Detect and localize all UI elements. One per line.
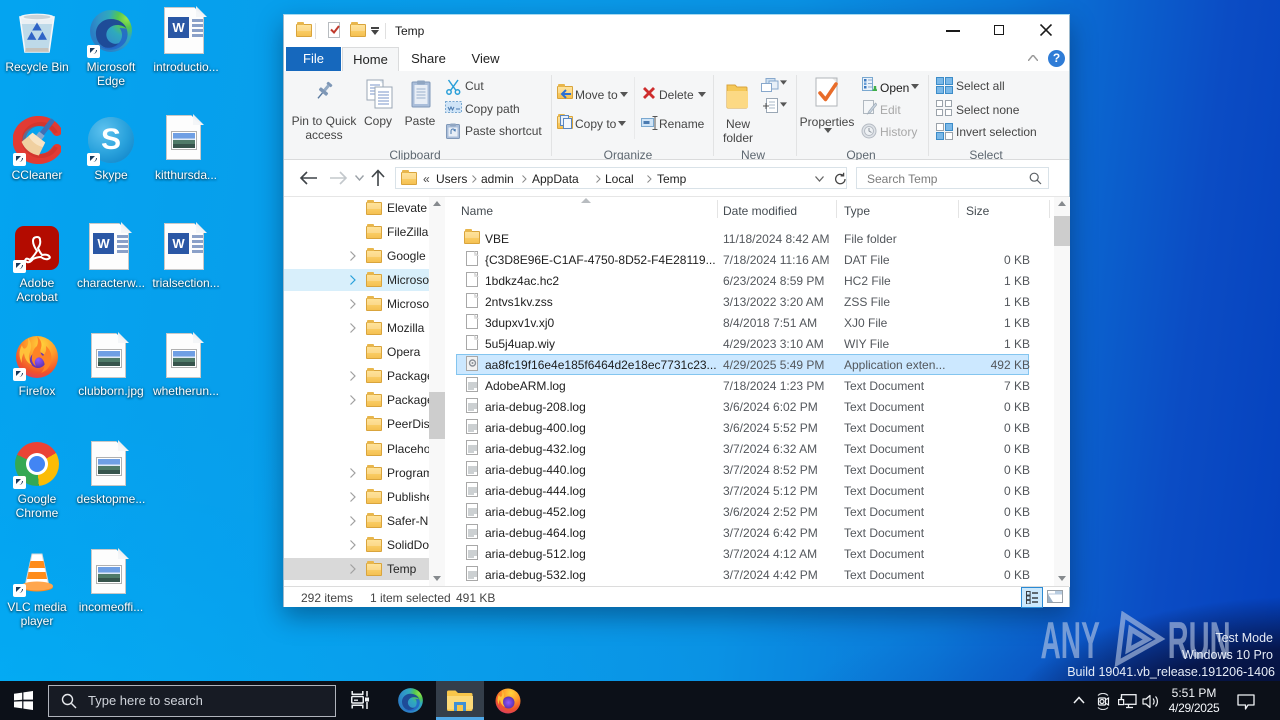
svg-text:S: S [101, 123, 121, 156]
